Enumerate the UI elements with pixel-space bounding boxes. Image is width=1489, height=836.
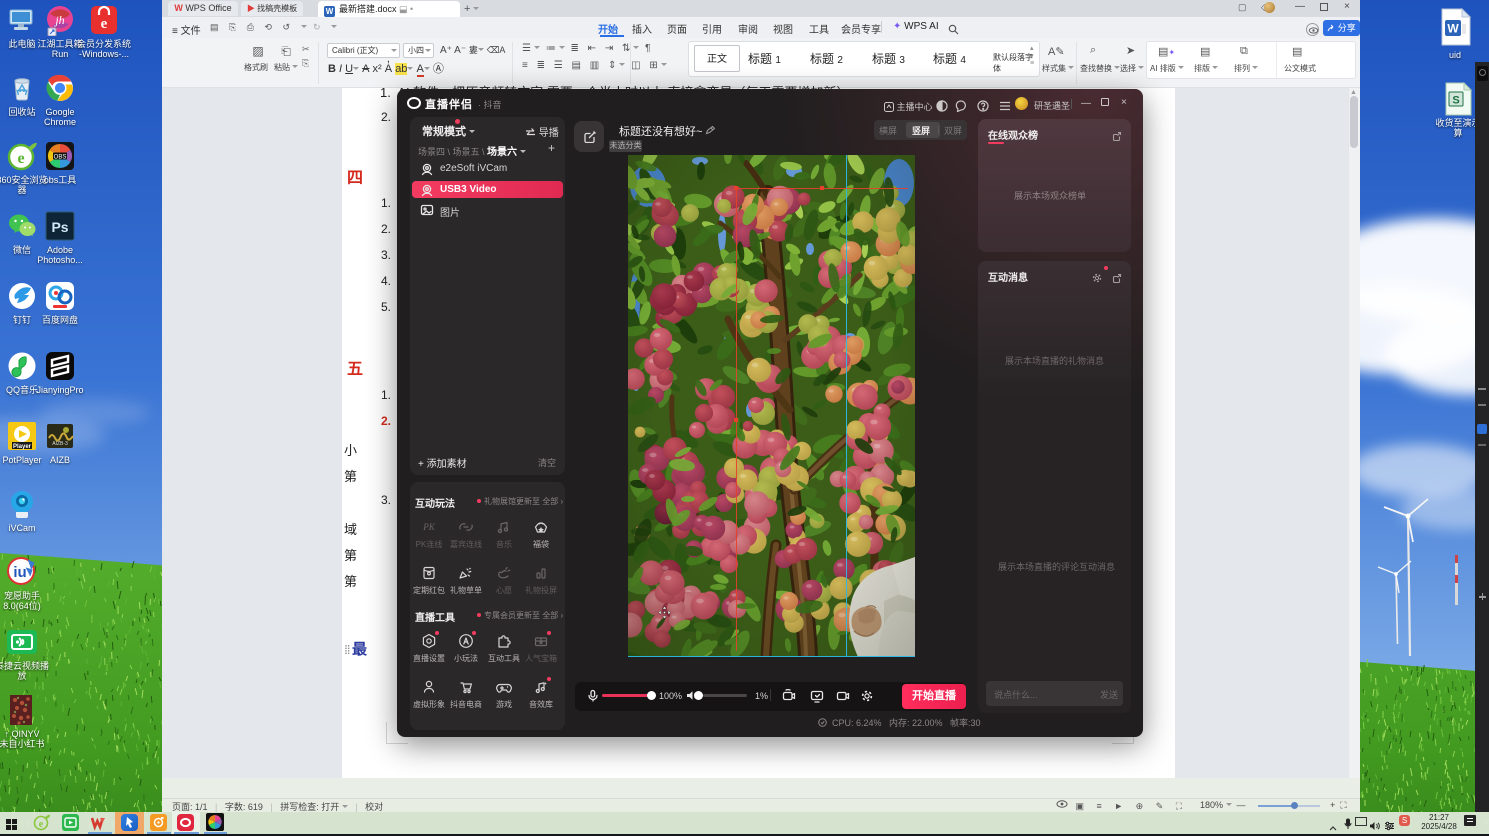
svg-text:iu: iu [13,564,26,581]
svg-text:OBS: OBS [54,154,67,160]
svg-text:W: W [1447,22,1459,36]
svg-text:S: S [1452,95,1459,107]
svg-text:e: e [39,819,44,830]
svg-text:e: e [101,16,108,32]
svg-text:e: e [17,150,24,167]
svg-text:jh: jh [53,13,64,27]
svg-text:Player: Player [13,444,32,450]
svg-text:Ps: Ps [51,219,68,235]
svg-text:AIZB-3: AIZB-3 [52,441,68,447]
svg-text:PK: PK [422,522,435,532]
